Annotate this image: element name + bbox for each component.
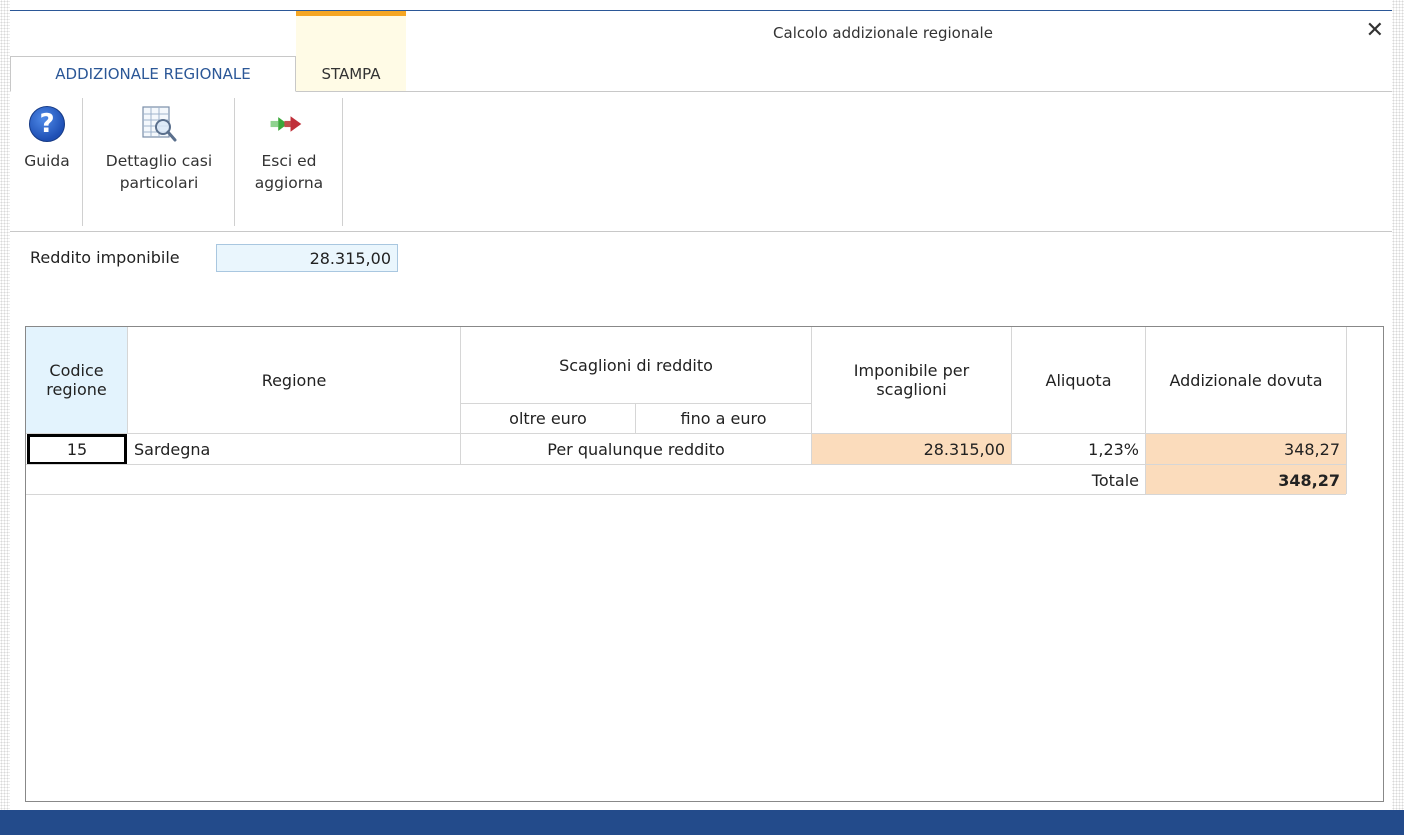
tab-strip: ADDIZIONALE REGIONALE STAMPA: [10, 56, 1392, 92]
help-icon: ?: [27, 104, 67, 144]
status-bar: [0, 810, 1404, 835]
cell-imponibile: 28.315,00: [812, 434, 1011, 464]
window-title: Calcolo addizionale regionale: [773, 24, 993, 42]
esci-label-line2: aggiorna: [254, 174, 324, 192]
header-regione: Regione: [261, 370, 327, 390]
grid-line: [127, 327, 128, 433]
header-codice-line1: Codice: [49, 361, 104, 380]
cell-scaglione: Per qualunque reddito: [547, 439, 725, 459]
cell-aliquota: 1,23%: [1088, 439, 1139, 459]
ribbon-toolbar: ? Guida Dettaglio casi particolari Esci …: [10, 92, 1392, 232]
esci-ed-aggiorna-button[interactable]: Esci ed aggiorna: [238, 98, 340, 226]
ribbon-separator: [342, 98, 343, 226]
dettaglio-casi-particolari-button[interactable]: Dettaglio casi particolari: [86, 98, 232, 226]
grid-line: [1346, 327, 1347, 494]
totale-label: Totale: [1091, 470, 1139, 490]
grid-line: [461, 403, 811, 404]
header-aliquota: Aliquota: [1045, 370, 1112, 390]
header-codice-line2: regione: [46, 380, 107, 399]
header-imponibile-line1: Imponibile per: [853, 361, 970, 380]
dettaglio-label-line2: particolari: [119, 174, 199, 192]
grid-line: [26, 494, 1346, 495]
esci-label-line1: Esci ed: [261, 152, 317, 170]
tab-addizionale-regionale[interactable]: ADDIZIONALE REGIONALE: [10, 56, 296, 92]
window-right-border: [1392, 0, 1404, 810]
dettaglio-label-line1: Dettaglio casi: [105, 152, 213, 170]
ribbon-separator: [82, 98, 83, 226]
totale-value: 348,27: [1146, 465, 1346, 495]
tab-stampa[interactable]: STAMPA: [296, 56, 406, 92]
reddito-imponibile-input[interactable]: [216, 244, 398, 272]
guida-button[interactable]: ? Guida: [14, 98, 80, 226]
header-scaglioni: Scaglioni di reddito: [559, 355, 713, 375]
table-search-icon: [139, 104, 179, 144]
cell-codice-regione[interactable]: 15: [27, 434, 127, 465]
header-codice-regione: Codice regione: [26, 327, 127, 433]
exit-arrows-icon: [269, 104, 309, 144]
cell-addizionale: 348,27: [1146, 434, 1346, 464]
header-oltre-euro: oltre euro: [509, 409, 587, 428]
guida-label: Guida: [24, 152, 70, 170]
close-button[interactable]: ✕: [1366, 20, 1384, 42]
title-bar: Calcolo addizionale regionale ✕: [10, 10, 1392, 54]
header-fino-a-euro: fino a euro: [680, 409, 767, 428]
reddito-imponibile-label: Reddito imponibile: [30, 248, 180, 267]
header-imponibile-scaglioni: Imponibile per scaglioni: [812, 327, 1011, 433]
addizionale-grid: Codice regione Regione Scaglioni di redd…: [25, 326, 1384, 802]
header-imponibile-line2: scaglioni: [876, 380, 947, 399]
grid-line: [635, 404, 636, 433]
cell-regione[interactable]: Sardegna: [128, 434, 460, 464]
ribbon-separator: [234, 98, 235, 226]
header-addizionale-dovuta: Addizionale dovuta: [1169, 370, 1323, 390]
window-left-border: [0, 0, 10, 810]
